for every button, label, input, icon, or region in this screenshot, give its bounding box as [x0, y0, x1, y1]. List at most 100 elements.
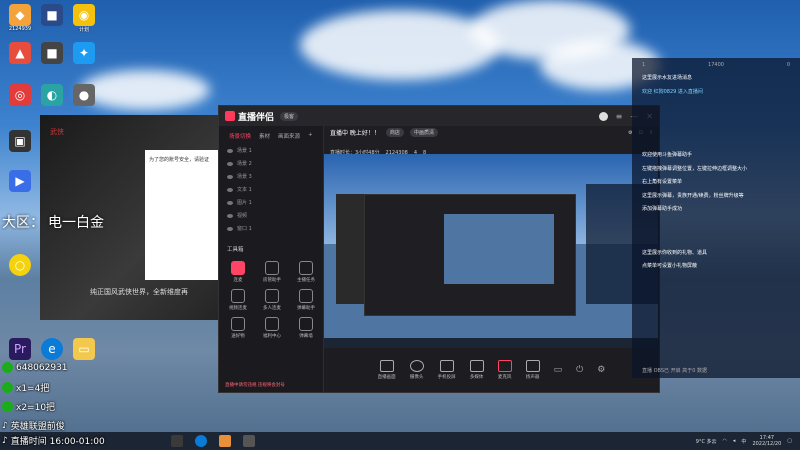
price-line-1: x1=4把 [2, 381, 49, 394]
group-icon [265, 289, 279, 303]
streamer-name: ♪ 英雄联盟前俊 [2, 420, 65, 433]
desktop-icon[interactable]: ◐ [36, 84, 68, 106]
tool-multi-link[interactable]: 多人连麦 [255, 289, 289, 311]
camera-button[interactable]: 摄像头 [409, 360, 424, 380]
desktop-icon[interactable]: ◆ 2124939 [4, 4, 36, 32]
app-icon: ◐ [41, 84, 63, 106]
desktop-icon[interactable]: e [36, 338, 68, 360]
app-icon: ◉ [73, 4, 95, 26]
user-icon [265, 261, 279, 275]
chat-message: 欢迎使用斗鱼弹幕助手 [642, 152, 693, 158]
preview-taskbar [324, 338, 658, 348]
desktop-icon[interactable]: ▶ [4, 170, 36, 192]
tool-welfare[interactable]: 福利中心 [255, 317, 289, 339]
app-logo: 直播伴侣 [225, 110, 274, 123]
danmaku-panel[interactable]: 1 17400 0 这里展示水友进场消息 欢迎 红狗0829 进入直播间 欢迎使… [632, 58, 800, 378]
eye-icon[interactable] [227, 213, 233, 218]
titlebar: 直播伴侣 极客 ≡ — ✕ [219, 106, 659, 126]
app-taskbar-icon[interactable] [219, 435, 231, 447]
volume-icon[interactable]: ◂ [733, 438, 736, 444]
status-tag[interactable]: 商店 [385, 128, 404, 137]
scene-item[interactable]: 场景 1 [219, 144, 323, 157]
edge-icon: e [41, 338, 63, 360]
app-icon: ● [73, 84, 95, 106]
app-icon: ▶ [9, 170, 31, 192]
wechat-icon [2, 401, 13, 412]
tool-room-admin[interactable]: 房管助手 [255, 261, 289, 283]
eye-icon[interactable] [227, 226, 233, 231]
wechat-icon [2, 362, 13, 373]
eye-icon[interactable] [227, 161, 233, 166]
search-taskbar-icon[interactable] [171, 435, 183, 447]
avatar[interactable] [598, 111, 608, 121]
phone-cast-button[interactable]: 手机投屏 [438, 360, 456, 380]
tool-video-link[interactable]: 视频连麦 [221, 289, 255, 311]
desktop-icon[interactable]: ● [68, 84, 100, 106]
price-line-2: x2=10把 [2, 400, 55, 413]
desktop-icon[interactable]: ○ [4, 254, 36, 276]
ime-indicator[interactable]: 中 [741, 438, 746, 445]
desktop-icon[interactable]: ■ [36, 4, 68, 26]
tool-tasks[interactable]: 主播任务 [289, 261, 323, 283]
eye-icon[interactable] [227, 148, 233, 153]
desktop-icon[interactable]: ✦ [68, 42, 100, 64]
eye-icon[interactable] [227, 187, 233, 192]
stream-info-bar: 直播中 晚上好！！ 商店 中画质清 ⚙ ⊡ ⇪ 直播时长：3小时48分 2124… [324, 128, 659, 156]
chat-message: 欢迎 红狗0829 进入直播间 [642, 88, 703, 95]
bag-icon [231, 317, 245, 331]
scene-item[interactable]: 场景 3 [219, 170, 323, 183]
media-button[interactable]: 多媒体 [469, 360, 484, 380]
tool-link-mic[interactable]: 连麦 [221, 261, 255, 283]
scene-item[interactable]: 场景 2 [219, 157, 323, 170]
tiktok-icon: ♪ [2, 420, 8, 431]
tab-source[interactable]: 画面来源 [278, 132, 300, 140]
preview-inner [444, 214, 554, 284]
live-companion-window[interactable]: 直播伴侣 极客 ≡ — ✕ 场景切换 素材 画面来源 + 场景 1 场景 2 场… [218, 105, 660, 393]
wechat-icon [2, 382, 13, 393]
region-text: 大区： 电一白金 [2, 215, 104, 231]
tab-material[interactable]: 素材 [259, 132, 270, 140]
desktop-icon[interactable]: ◎ [4, 84, 36, 106]
left-panel: 场景切换 素材 画面来源 + 场景 1 场景 2 场景 3 文本 1 图片 1 … [219, 126, 324, 392]
tool-danmaku-wall[interactable]: 弹幕墙 [289, 317, 323, 339]
banner-logo: 武侠 [50, 128, 64, 136]
scene-item[interactable]: 文本 1 [219, 183, 323, 196]
desktop-icon[interactable]: ▣ [4, 130, 36, 152]
chat-footer: 直播 OBS已 开启 高于0 数据 [642, 368, 707, 374]
gear-icon[interactable]: ⚙ [597, 365, 605, 375]
play-icon [469, 360, 484, 372]
wall-icon [299, 317, 313, 331]
desktop-icon[interactable]: ◉ 计划 [68, 4, 100, 33]
chat-message: 这里展示弹幕，贵族开通/续费，粉丝牌升级等 [642, 192, 744, 199]
record-icon[interactable]: ▭ [554, 365, 563, 375]
tool-danmaku[interactable]: 弹幕助手 [289, 289, 323, 311]
quality-select[interactable]: 中画质清 [409, 128, 438, 137]
browser-taskbar-icon[interactable] [195, 435, 207, 447]
wifi-icon[interactable]: ◠ [723, 438, 727, 444]
scene-item[interactable]: 视频 [219, 209, 323, 222]
scene-item[interactable]: 图片 1 [219, 196, 323, 209]
eye-icon[interactable] [227, 174, 233, 179]
tool-goods[interactable]: 送好物 [221, 317, 255, 339]
live-status: 直播中 晚上好！！ [330, 130, 380, 137]
tab-scenes[interactable]: 场景切换 [229, 132, 251, 140]
scene-item[interactable]: 窗口 1 [219, 222, 323, 235]
notification-icon[interactable]: ▢ [787, 438, 792, 444]
desktop-icon[interactable]: Pr [4, 338, 36, 360]
add-icon[interactable]: + [308, 132, 313, 140]
scene-tabs: 场景切换 素材 画面来源 + [219, 126, 323, 144]
screen-button[interactable]: 直播画面 [378, 360, 396, 380]
live-taskbar-icon[interactable] [243, 435, 255, 447]
mic-button[interactable]: 麦克风 [497, 360, 512, 380]
folder-icon: ▭ [73, 338, 95, 360]
desktop-icon[interactable]: ▲ [4, 42, 36, 64]
menu-icon[interactable]: ≡ [616, 112, 623, 121]
desktop-icon[interactable]: ▭ [68, 338, 100, 360]
stream-preview[interactable] [324, 154, 658, 348]
speaker-button[interactable]: 扬声器 [525, 360, 540, 380]
system-tray: 9°C 多云 ◠ ◂ 中 17:47 2022/12/20 ▢ [696, 435, 800, 447]
clock[interactable]: 17:47 2022/12/20 [752, 435, 781, 447]
eye-icon[interactable] [227, 200, 233, 205]
desktop-icon[interactable]: ■ [36, 42, 68, 64]
power-icon[interactable]: ⏻ [576, 365, 583, 375]
